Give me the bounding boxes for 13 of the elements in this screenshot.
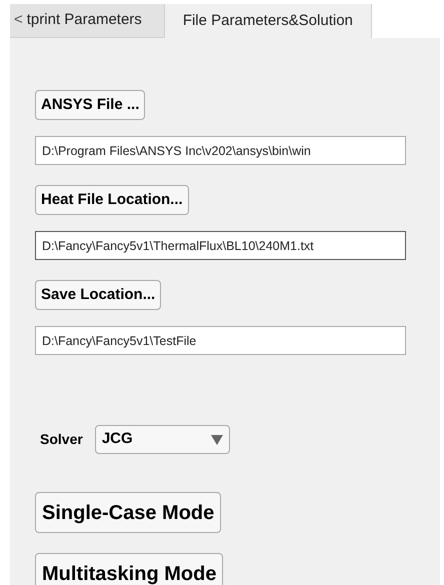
path-field[interactable]: D:\Fancy\Fancy5v1\TestFile <box>35 326 406 355</box>
solver-dropdown[interactable]: JCG <box>94 425 230 454</box>
mode-button[interactable]: Multitasking Mode <box>35 553 224 585</box>
browse-button[interactable]: Heat File Location... <box>35 185 189 215</box>
solver-label: Solver <box>40 430 83 449</box>
tab[interactable]: File Parameters&Solution <box>164 4 372 38</box>
path-field[interactable]: D:\Fancy\Fancy5v1\ThermalFlux\BL10\240M1.txt <box>35 231 406 260</box>
dropdown-arrow-icon <box>210 434 223 444</box>
tab[interactable]: tprint Parameters <box>24 4 164 38</box>
mode-button[interactable]: Single-Case Mode <box>35 492 222 533</box>
browse-button[interactable]: ANSYS File ... <box>35 90 146 120</box>
browse-button[interactable]: Save Location... <box>35 280 162 310</box>
path-field[interactable]: D:\Program Files\ANSYS Inc\v202\ansys\bin\win <box>35 136 406 165</box>
